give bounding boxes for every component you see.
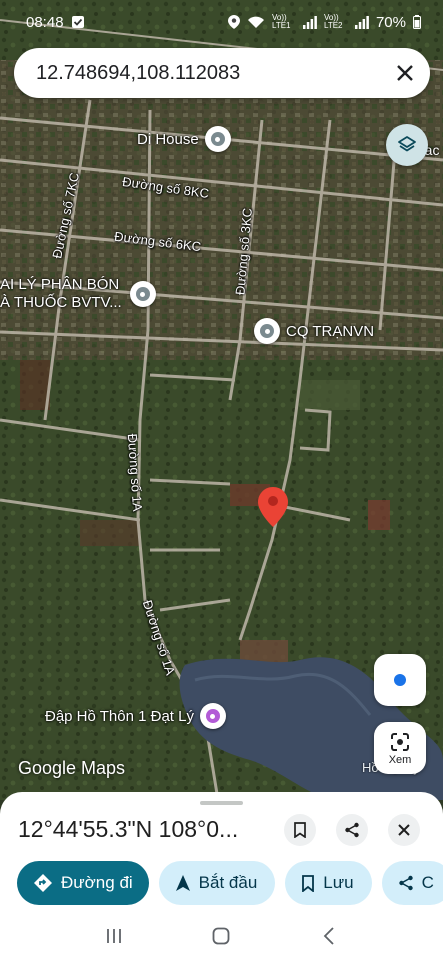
- location-icon: [227, 15, 240, 29]
- home-button[interactable]: [201, 916, 241, 956]
- poi-dai-ly-phan-bon[interactable]: AI LÝ PHÂN BÓN À THUỐC BVTV...: [0, 276, 156, 312]
- map-pin-icon: [129, 281, 156, 307]
- recents-icon: [106, 929, 121, 943]
- lens-icon: [391, 732, 409, 751]
- map-pin-icon: [254, 318, 280, 344]
- battery-percent: 70%: [375, 13, 406, 31]
- share-icon: [345, 822, 359, 838]
- directions-label: Đường đi: [61, 873, 133, 892]
- share-label: C: [421, 873, 434, 892]
- sim1-label: Vo)) LTE1: [271, 13, 291, 30]
- lens-label: Xem: [388, 753, 412, 766]
- camera-pin-icon: [199, 703, 226, 729]
- status-time: 08:48: [26, 13, 64, 31]
- lens-view-button[interactable]: Xem: [374, 722, 426, 774]
- share-button[interactable]: [336, 814, 368, 846]
- system-nav-bar: [0, 912, 443, 960]
- signal-icon: [302, 15, 317, 29]
- poi-label: Đập Hồ Thôn 1 Đạt Lý: [45, 707, 194, 725]
- bookmark-icon: [294, 822, 306, 838]
- sim2-label: Vo)) LTE2: [323, 13, 343, 30]
- bookmark-button[interactable]: [284, 814, 316, 846]
- wifi-icon: [247, 16, 264, 28]
- share-chip-button[interactable]: C: [381, 861, 443, 905]
- directions-button[interactable]: Đường đi: [17, 861, 149, 905]
- status-bar: 08:48 Vo)) LTE1 Vo)) LTE2 70%: [0, 0, 443, 44]
- layers-icon: [398, 136, 416, 152]
- location-dot-icon: [394, 674, 406, 686]
- save-button[interactable]: Lưu: [285, 861, 372, 905]
- poi-label-line2: À THUỐC BVTV...: [0, 294, 122, 311]
- close-icon: [397, 65, 413, 81]
- layers-button[interactable]: [386, 124, 428, 166]
- close-icon: [398, 824, 410, 836]
- recent-apps-button[interactable]: [94, 916, 134, 956]
- start-label: Bắt đầu: [198, 873, 258, 892]
- directions-icon: [34, 874, 52, 892]
- place-title: 12°44'55.3"N 108°0...: [18, 816, 239, 842]
- my-location-button[interactable]: [374, 654, 426, 706]
- back-chevron-icon: [323, 927, 334, 945]
- map-pin-icon: [204, 126, 231, 152]
- clear-search-button[interactable]: [396, 64, 414, 82]
- search-bar[interactable]: 12.748694,108.112083: [14, 48, 430, 98]
- action-chips: Đường đi Bắt đầu Lưu C: [17, 861, 443, 905]
- poi-cq-tranvn[interactable]: CQ TRẠNVN: [254, 318, 374, 344]
- search-input[interactable]: 12.748694,108.112083: [36, 62, 396, 85]
- home-icon: [213, 927, 230, 945]
- poi-dap-ho[interactable]: Đập Hồ Thôn 1 Đạt Lý: [45, 703, 226, 729]
- share-icon: [398, 875, 413, 891]
- close-sheet-button[interactable]: [388, 814, 420, 846]
- bookmark-icon: [302, 874, 315, 892]
- google-maps-logo: Google Maps: [18, 758, 126, 778]
- navigation-arrow-icon: [175, 875, 190, 891]
- poi-label-line1: AI LÝ PHÂN BÓN: [0, 276, 120, 293]
- signal-icon: [354, 15, 369, 29]
- battery-icon: [413, 15, 421, 29]
- poi-label: Di House: [137, 130, 199, 148]
- start-button[interactable]: Bắt đầu: [158, 861, 276, 905]
- back-button[interactable]: [309, 916, 349, 956]
- poi-label: CQ TRẠNVN: [286, 322, 375, 340]
- save-label: Lưu: [323, 873, 354, 892]
- poi-di-house[interactable]: Di House: [137, 126, 231, 152]
- dropped-pin-icon[interactable]: [258, 487, 288, 527]
- notification-check-icon: [71, 16, 84, 28]
- drag-handle[interactable]: [200, 801, 243, 805]
